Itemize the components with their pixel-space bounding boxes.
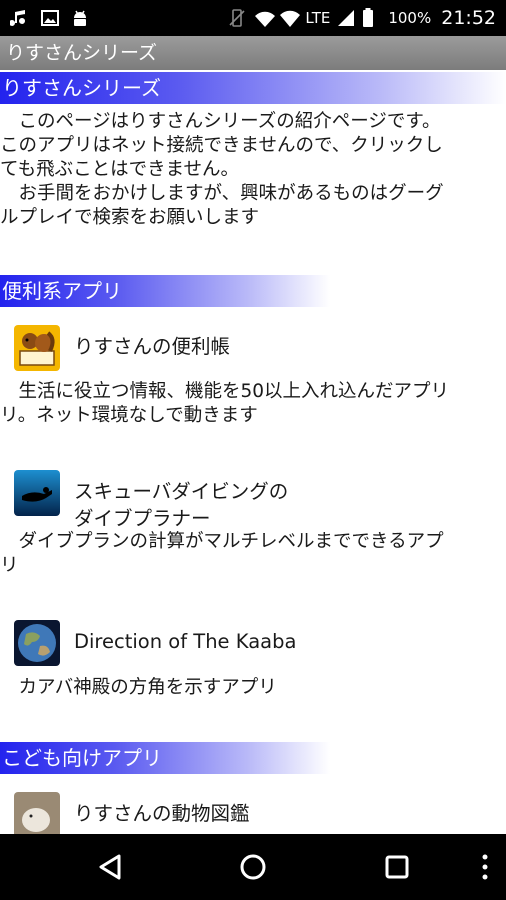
app-description: 生活に役立つ情報、機能を50以上入れ込んだアプリ リ。ネット環境なしで動きます [0, 381, 450, 426]
app-item-animal-encyclopedia[interactable]: りすさんの動物図鑑 [14, 792, 250, 834]
status-bar: LTE 100% 21:52 [0, 0, 506, 36]
cell-signal-icon [336, 8, 356, 28]
wifi-icon [279, 8, 301, 28]
intro-paragraph-2: お手間をおかけしますが、興味があるものはグーグ ルプレイで検索をお願いします [0, 183, 444, 228]
kids-apps-section-header: こども向けアプリ [0, 742, 330, 774]
earth-globe-icon [14, 620, 60, 666]
back-icon[interactable] [90, 847, 130, 887]
android-notification-icon [70, 8, 90, 28]
animal-photo-icon [14, 792, 60, 834]
network-type-label: LTE [305, 9, 331, 27]
home-icon[interactable] [233, 847, 273, 887]
battery-icon [362, 8, 382, 28]
overflow-menu-icon[interactable] [470, 847, 500, 887]
music-notification-icon [9, 8, 30, 28]
image-notification-icon [40, 8, 60, 28]
battery-percent: 100% [388, 9, 432, 27]
app-name: Direction of The Kaaba [74, 630, 297, 653]
vibrate-icon [227, 8, 247, 28]
app-item-risu-notebook[interactable]: りすさんの便利帳 [14, 325, 230, 371]
navigation-bar [0, 834, 506, 900]
recent-apps-icon[interactable] [377, 847, 417, 887]
app-description: カアバ神殿の方角を示すアプリ [0, 677, 277, 698]
utility-apps-section-header: 便利系アプリ [0, 275, 330, 307]
clock: 21:52 [441, 7, 496, 29]
app-item-dive-planner[interactable]: スキューバダイビングの ダイブプラナー [14, 470, 288, 532]
intro-section-header: りすさんシリーズ [0, 72, 506, 104]
app-description: ダイブプランの計算がマルチレベルまでできるアプ リ [0, 531, 444, 576]
main-content[interactable]: りすさんシリーズ このページはりすさんシリーズの紹介ページです。 このアプリはネ… [0, 70, 506, 834]
app-title-bar: りすさんシリーズ [0, 36, 506, 70]
app-item-kaaba-direction[interactable]: Direction of The Kaaba [14, 620, 296, 666]
app-name: りすさんの便利帳 [74, 335, 231, 358]
intro-paragraph-1: このページはりすさんシリーズの紹介ページです。 このアプリはネット接続できません… [0, 111, 443, 180]
app-name: りすさんの動物図鑑 [74, 802, 250, 825]
app-name: スキューバダイビングの ダイブプラナー [74, 480, 289, 530]
squirrel-notebook-icon [14, 325, 60, 371]
signal-wifi-icon [253, 8, 276, 28]
scuba-diver-icon [14, 470, 60, 516]
